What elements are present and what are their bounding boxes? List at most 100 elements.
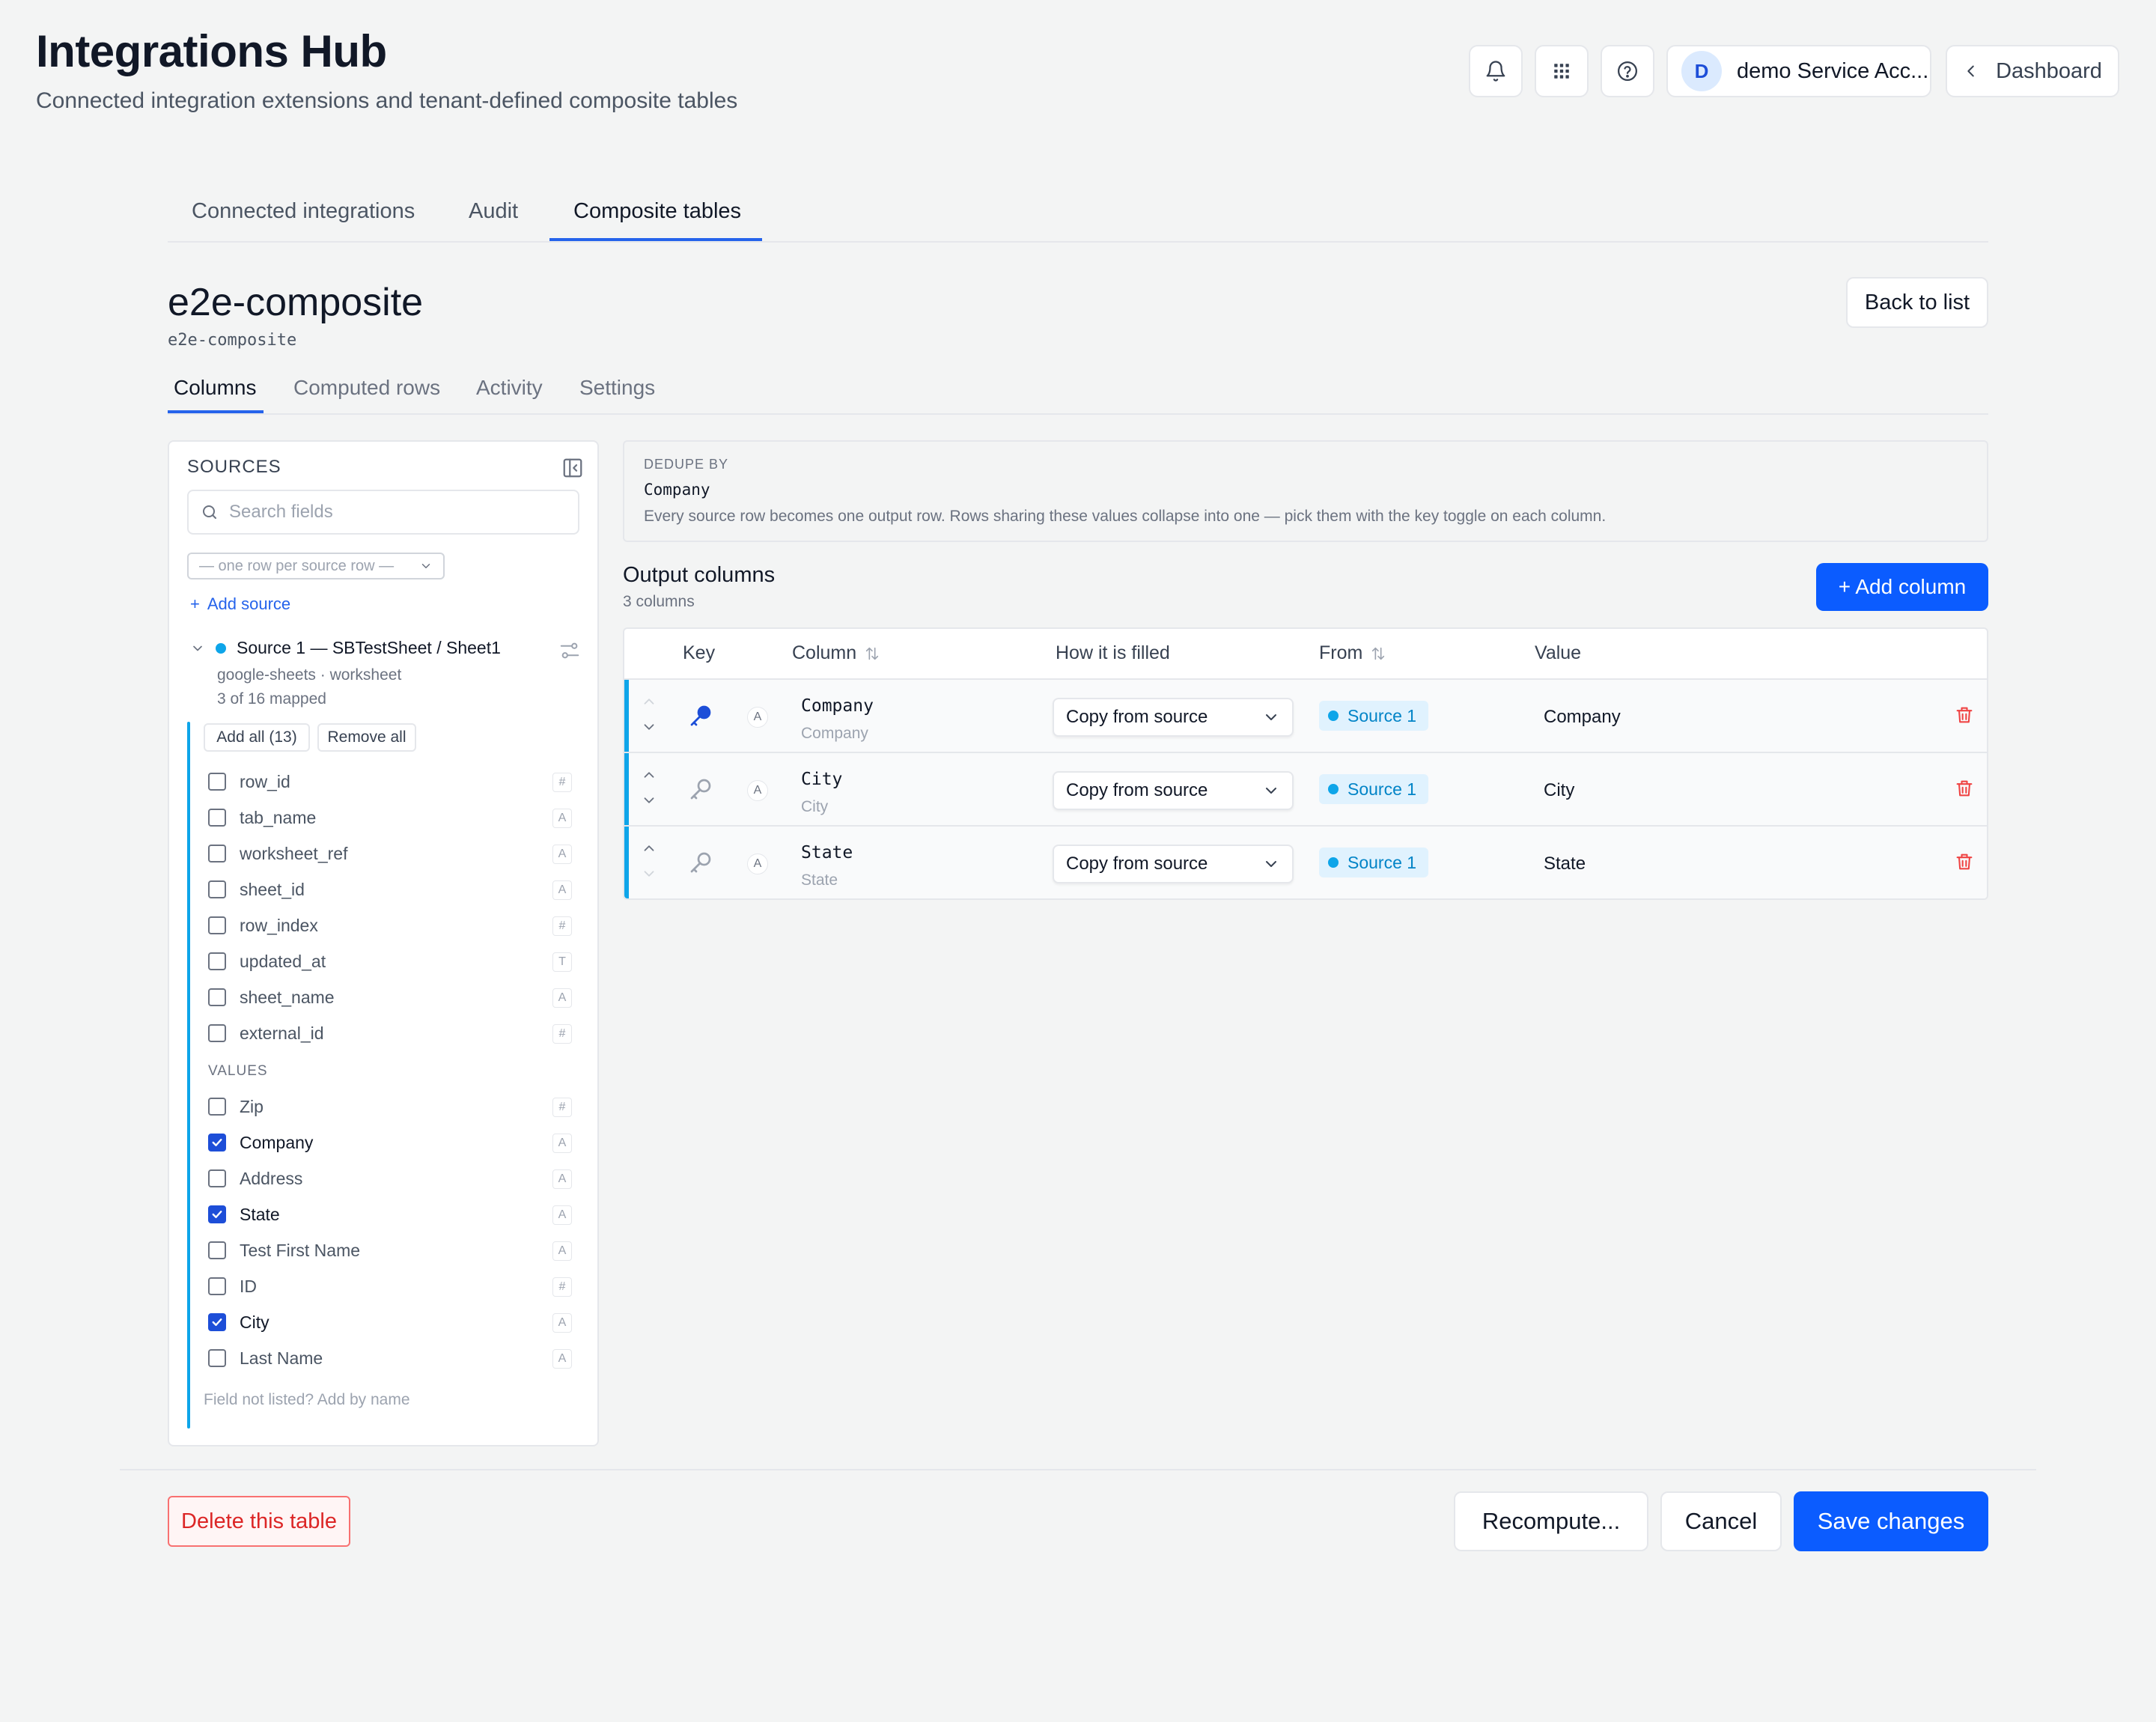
- field-checkbox[interactable]: [208, 1241, 226, 1259]
- field-item[interactable]: Company A: [208, 1128, 582, 1157]
- field-checkbox[interactable]: [208, 1313, 226, 1331]
- field-type-badge: #: [552, 1098, 572, 1117]
- recompute-button[interactable]: Recompute...: [1454, 1491, 1648, 1551]
- trash-icon[interactable]: [1954, 777, 1975, 800]
- field-item[interactable]: Test First Name A: [208, 1235, 582, 1265]
- key-toggle-icon[interactable]: [687, 702, 714, 729]
- footer-divider: [120, 1469, 2036, 1470]
- field-checkbox[interactable]: [208, 809, 226, 827]
- tab-audit[interactable]: Audit: [469, 199, 518, 224]
- field-item[interactable]: Address A: [208, 1163, 582, 1193]
- tab-composite-tables[interactable]: Composite tables: [573, 199, 741, 224]
- tab-connected-integrations[interactable]: Connected integrations: [192, 199, 415, 224]
- field-item[interactable]: updated_at T: [208, 946, 582, 976]
- source-settings-icon[interactable]: [558, 639, 581, 662]
- subtab-settings[interactable]: Settings: [579, 376, 655, 400]
- field-item[interactable]: sheet_id A: [208, 874, 582, 904]
- trash-icon[interactable]: [1954, 704, 1975, 726]
- field-checkbox[interactable]: [208, 1169, 226, 1187]
- fill-method-select[interactable]: Copy from source: [1053, 845, 1294, 883]
- sub-tabs: Columns Computed rows Activity Settings: [168, 367, 1988, 415]
- field-label: Company: [240, 1132, 314, 1152]
- dashboard-button[interactable]: Dashboard: [1946, 45, 2119, 97]
- trash-icon[interactable]: [1954, 851, 1975, 873]
- search-fields-input[interactable]: [229, 502, 573, 523]
- fill-method-select[interactable]: Copy from source: [1053, 771, 1294, 810]
- source-chip[interactable]: Source 1: [1319, 848, 1429, 877]
- field-checkbox[interactable]: [208, 773, 226, 791]
- field-item[interactable]: worksheet_ref A: [208, 839, 582, 868]
- field-checkbox[interactable]: [208, 952, 226, 970]
- move-down-icon[interactable]: [641, 792, 657, 809]
- move-up-icon[interactable]: [641, 767, 657, 783]
- table-row: A State State Copy from source Source 1 …: [624, 827, 1987, 898]
- move-up-icon[interactable]: [641, 693, 657, 710]
- output-columns-title: Output columns: [623, 563, 776, 587]
- subtab-activity[interactable]: Activity: [476, 376, 543, 400]
- apps-button[interactable]: [1535, 45, 1589, 97]
- row-mode-select[interactable]: — one row per source row —: [187, 553, 445, 579]
- field-checkbox[interactable]: [208, 1098, 226, 1116]
- field-label: City: [240, 1312, 270, 1332]
- field-item[interactable]: City A: [208, 1307, 582, 1337]
- output-columns-table: Key Column How it is filled From Value A…: [623, 627, 1988, 900]
- field-item[interactable]: row_index #: [208, 910, 582, 940]
- field-checkbox[interactable]: [208, 880, 226, 898]
- key-toggle-icon[interactable]: [687, 776, 714, 803]
- field-item[interactable]: State A: [208, 1199, 582, 1229]
- source-chip[interactable]: Source 1: [1319, 774, 1429, 804]
- column-type-badge: A: [747, 780, 768, 801]
- field-checkbox[interactable]: [208, 1205, 226, 1223]
- subtab-columns[interactable]: Columns: [174, 376, 256, 400]
- check-icon: [212, 1318, 222, 1326]
- source-color-bar: [624, 753, 629, 825]
- field-checkbox[interactable]: [208, 916, 226, 934]
- header-from[interactable]: From: [1319, 642, 1386, 664]
- move-up-icon[interactable]: [641, 840, 657, 857]
- field-checkbox[interactable]: [208, 988, 226, 1006]
- field-checkbox[interactable]: [208, 1277, 226, 1295]
- field-type-badge: A: [552, 1169, 572, 1189]
- sources-panel: SOURCES — one row per source row — + Add…: [168, 440, 599, 1446]
- field-item[interactable]: external_id #: [208, 1018, 582, 1048]
- dedupe-value: Company: [644, 481, 710, 499]
- field-item[interactable]: sheet_name A: [208, 982, 582, 1012]
- field-item[interactable]: tab_name A: [208, 803, 582, 833]
- field-item[interactable]: ID #: [208, 1271, 582, 1301]
- collapse-panel-icon[interactable]: [561, 457, 584, 479]
- remove-all-button[interactable]: Remove all: [317, 723, 416, 752]
- field-checkbox[interactable]: [208, 1024, 226, 1042]
- field-item[interactable]: Last Name A: [208, 1343, 582, 1373]
- delete-table-button[interactable]: Delete this table: [168, 1496, 350, 1547]
- subtab-computed-rows[interactable]: Computed rows: [293, 376, 440, 400]
- source-chip[interactable]: Source 1: [1319, 701, 1429, 731]
- fill-method-select[interactable]: Copy from source: [1053, 698, 1294, 737]
- notifications-button[interactable]: [1469, 45, 1523, 97]
- add-all-button[interactable]: Add all (13): [204, 723, 310, 752]
- dedupe-label: DEDUPE BY: [644, 457, 729, 472]
- field-checkbox[interactable]: [208, 1349, 226, 1367]
- field-type-badge: A: [552, 845, 572, 864]
- search-fields-box: [187, 490, 579, 535]
- field-checkbox[interactable]: [208, 1134, 226, 1151]
- source-color-bar: [624, 827, 629, 898]
- save-changes-button[interactable]: Save changes: [1794, 1491, 1988, 1551]
- header-column[interactable]: Column: [792, 642, 880, 664]
- field-item[interactable]: row_id #: [208, 767, 582, 797]
- field-item[interactable]: Zip #: [208, 1092, 582, 1122]
- back-to-list-button[interactable]: Back to list: [1846, 277, 1988, 328]
- check-icon: [212, 1139, 222, 1146]
- source-header[interactable]: Source 1 — SBTestSheet / Sheet1: [190, 638, 501, 658]
- field-label: Address: [240, 1168, 303, 1188]
- move-down-icon[interactable]: [641, 865, 657, 882]
- add-field-by-name-link[interactable]: Field not listed? Add by name: [204, 1391, 410, 1409]
- add-column-button[interactable]: + Add column: [1816, 563, 1988, 611]
- field-label: tab_name: [240, 807, 317, 827]
- field-checkbox[interactable]: [208, 845, 226, 862]
- move-down-icon[interactable]: [641, 719, 657, 735]
- help-button[interactable]: [1601, 45, 1654, 97]
- key-toggle-icon[interactable]: [687, 849, 714, 876]
- account-menu-button[interactable]: D demo Service Acc...: [1666, 45, 1931, 97]
- cancel-button[interactable]: Cancel: [1660, 1491, 1782, 1551]
- add-source-button[interactable]: + Add source: [190, 594, 290, 614]
